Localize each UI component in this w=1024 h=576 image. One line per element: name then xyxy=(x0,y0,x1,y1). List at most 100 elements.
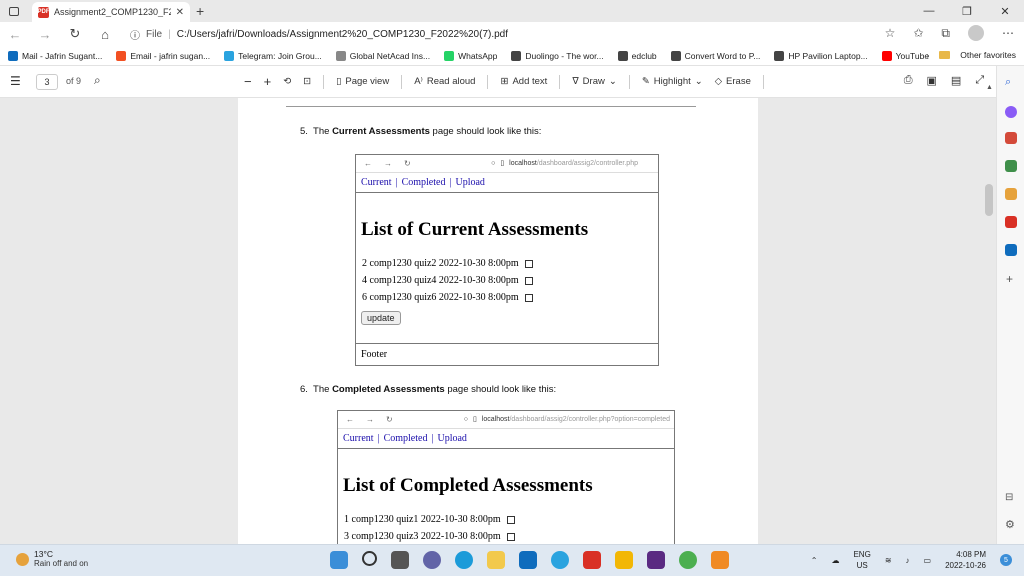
app-icon[interactable] xyxy=(583,551,601,569)
wifi-icon[interactable]: ≋ xyxy=(885,556,892,565)
url-field[interactable]: ⓘ File | C:/Users/jafri/Downloads/Assign… xyxy=(130,24,830,44)
screenshot-url-path: /dashboard/assig2/controller.php xyxy=(536,159,638,167)
bookmark-item[interactable]: YouTube xyxy=(881,50,929,61)
shopping-icon[interactable] xyxy=(1005,132,1017,144)
add-icon[interactable]: + xyxy=(1006,272,1013,286)
bookmark-item[interactable]: HP Pavilion Laptop... xyxy=(774,50,868,61)
forward-icon[interactable]: → xyxy=(38,27,52,42)
bookmark-label: Convert Word to P... xyxy=(684,50,761,61)
tab-bar: PDF Assignment2_COMP1230_F2022 ✕ + — ❐ ✕ xyxy=(0,0,1024,22)
scrollbar-thumb[interactable] xyxy=(985,184,993,216)
search-icon[interactable]: ⌕ xyxy=(1005,76,1011,89)
sticky-notes-icon[interactable] xyxy=(615,551,633,569)
save-icon[interactable]: ▣ xyxy=(927,74,937,87)
sidebar-layout-icon[interactable]: ⊟ xyxy=(1005,492,1013,503)
weather-icon xyxy=(16,553,29,566)
collections-icon[interactable]: ⧉ xyxy=(941,26,950,41)
tools-icon[interactable] xyxy=(1005,160,1017,172)
chevron-up-icon[interactable]: ⌃ xyxy=(811,556,818,565)
bookmark-icon xyxy=(670,50,681,61)
search-icon[interactable]: ⌕ xyxy=(94,73,101,88)
fit-page-icon[interactable]: ⊡ xyxy=(303,76,311,87)
tab-active[interactable]: PDF Assignment2_COMP1230_F2022 ✕ xyxy=(32,2,190,22)
bookmark-item[interactable]: Global NetAcad Ins... xyxy=(335,50,430,61)
close-tab-icon[interactable]: ✕ xyxy=(176,7,184,18)
url-text: C:/Users/jafri/Downloads/Assignment2%20_… xyxy=(176,28,509,40)
bookmark-icon xyxy=(617,50,628,61)
save-as-icon[interactable]: ▤ xyxy=(951,74,961,87)
tab-actions-button[interactable] xyxy=(0,0,28,22)
telegram-icon[interactable] xyxy=(551,551,569,569)
discover-icon[interactable] xyxy=(1005,106,1017,118)
volume-icon[interactable]: ♪ xyxy=(906,556,910,565)
close-window-icon[interactable]: ✕ xyxy=(986,0,1024,22)
bookmark-item[interactable]: Mail - Jafrin Sugant... xyxy=(8,50,102,61)
bookmark-icon xyxy=(881,50,892,61)
notification-badge[interactable]: 5 xyxy=(1000,554,1012,566)
task-view-icon[interactable] xyxy=(391,551,409,569)
pdf-tools: − + ⟲ ⊡ ▯ Page view A⁾ Read aloud ⊞ Add tex… xyxy=(244,74,764,89)
favorite-star-icon[interactable]: ☆ xyxy=(885,26,896,40)
assessment-text: 4 comp1230 quiz4 2022-10-30 8:00pm xyxy=(362,275,519,286)
zoom-out-button[interactable]: − xyxy=(244,74,252,89)
edge-icon[interactable] xyxy=(455,551,473,569)
start-icon[interactable] xyxy=(330,551,348,569)
print-icon[interactable]: ⎙ xyxy=(904,74,913,87)
vertical-scrollbar[interactable]: ▲ xyxy=(984,84,994,544)
settings-icon[interactable]: ⚙ xyxy=(1005,518,1015,531)
bookmark-item[interactable]: Telegram: Join Grou... xyxy=(224,50,322,61)
profile-avatar[interactable] xyxy=(968,25,984,41)
weather-widget[interactable]: 13°C Rain off and on xyxy=(16,549,88,568)
page-icon: ▯ xyxy=(472,416,477,423)
bookmark-item[interactable]: edclub xyxy=(617,50,657,61)
restore-icon[interactable]: ❐ xyxy=(948,0,986,22)
pdf-viewer[interactable]: 5. The Current Assessments page should l… xyxy=(0,98,996,544)
favorites-icon[interactable]: ✩ xyxy=(913,26,923,40)
bookmark-item[interactable]: Duolingo - The wor... xyxy=(511,50,604,61)
clock[interactable]: 4:08 PM 2022-10-26 xyxy=(945,549,986,571)
teams-icon[interactable] xyxy=(423,551,441,569)
outlook-icon[interactable] xyxy=(1005,244,1017,256)
back-icon[interactable]: ← xyxy=(8,27,22,42)
step-6-bold: Completed Assessments xyxy=(332,384,445,395)
battery-icon[interactable]: ▭ xyxy=(924,556,932,565)
page-view-button[interactable]: ▯ Page view xyxy=(336,76,389,87)
games-icon[interactable] xyxy=(1005,188,1017,200)
highlight-button[interactable]: ✎ Highlight ⌄ xyxy=(642,76,703,87)
file-explorer-icon[interactable] xyxy=(487,551,505,569)
draw-button[interactable]: ∇ Draw ⌄ xyxy=(572,76,617,87)
cloud-icon[interactable]: ☁ xyxy=(831,556,839,565)
refresh-icon[interactable]: ↻ xyxy=(68,26,82,42)
assessment-text: 2 comp1230 quiz2 2022-10-30 8:00pm xyxy=(362,258,519,269)
scroll-up-icon[interactable]: ▲ xyxy=(986,84,993,91)
completed-assessments-screenshot: ← → ↻ ○ ▯ localhost/dashboard/assig2/con… xyxy=(337,410,675,544)
assessment-row: 6 comp1230 quiz6 2022-10-30 8:00pm xyxy=(362,289,658,306)
bookmark-item[interactable]: Email - jafrin sugan... xyxy=(116,50,210,61)
chrome-icon[interactable] xyxy=(679,551,697,569)
nav-separator: | xyxy=(377,433,380,444)
xampp-icon[interactable] xyxy=(711,551,729,569)
phpstorm-icon[interactable] xyxy=(647,551,665,569)
fullscreen-icon[interactable]: ⤢ xyxy=(975,74,984,87)
new-tab-icon[interactable]: + xyxy=(196,3,204,19)
minimize-icon[interactable]: — xyxy=(910,0,948,22)
search-icon[interactable] xyxy=(362,551,377,566)
table-of-contents-icon[interactable]: ☰ xyxy=(10,74,21,88)
other-favorites[interactable]: › Other favorites xyxy=(926,50,1016,60)
more-menu-icon[interactable]: ⋯ xyxy=(1002,26,1014,40)
language-indicator[interactable]: ENG US xyxy=(853,549,870,571)
office-icon[interactable] xyxy=(1005,216,1017,228)
store-icon[interactable] xyxy=(519,551,537,569)
rotate-icon[interactable]: ⟲ xyxy=(283,76,291,87)
page-number-input[interactable]: 3 xyxy=(36,74,58,90)
bookmark-item[interactable]: WhatsApp xyxy=(444,50,497,61)
divider xyxy=(559,74,561,89)
zoom-in-button[interactable]: + xyxy=(264,74,272,89)
bookmark-item[interactable]: Convert Word to P... xyxy=(670,50,761,61)
erase-button[interactable]: ◇ Erase xyxy=(715,76,751,87)
draw-icon: ∇ xyxy=(572,76,579,87)
nav-upload-link: Upload xyxy=(437,433,467,444)
home-icon[interactable]: ⌂ xyxy=(98,27,112,42)
read-aloud-button[interactable]: A⁾ Read aloud xyxy=(414,76,475,87)
add-text-button[interactable]: ⊞ Add text xyxy=(500,76,547,87)
